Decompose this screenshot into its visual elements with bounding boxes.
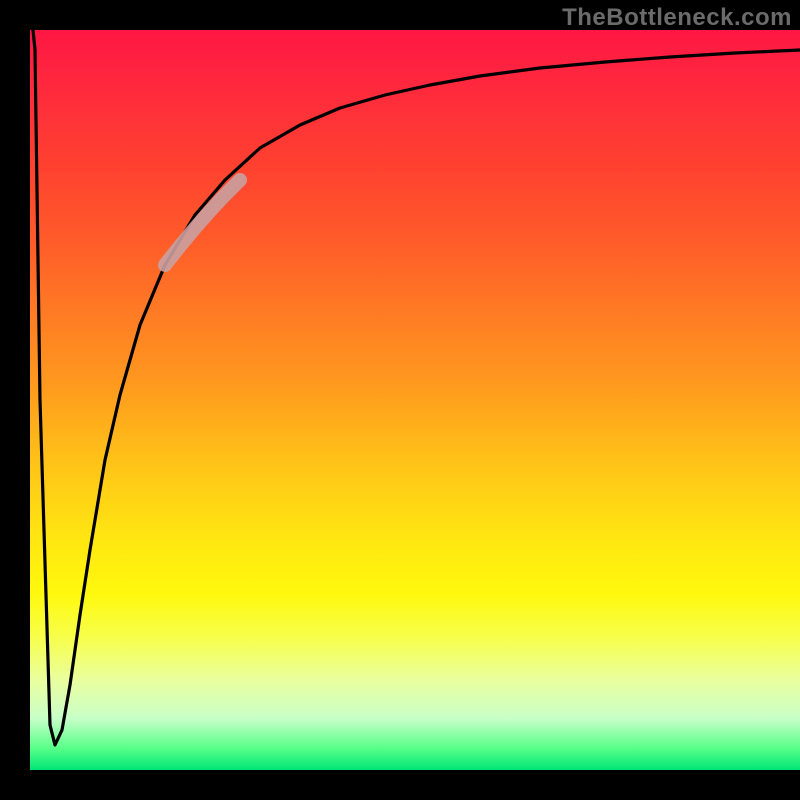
- chart-container: TheBottleneck.com: [0, 0, 800, 800]
- watermark: TheBottleneck.com: [562, 4, 792, 32]
- plot-area: [30, 30, 800, 770]
